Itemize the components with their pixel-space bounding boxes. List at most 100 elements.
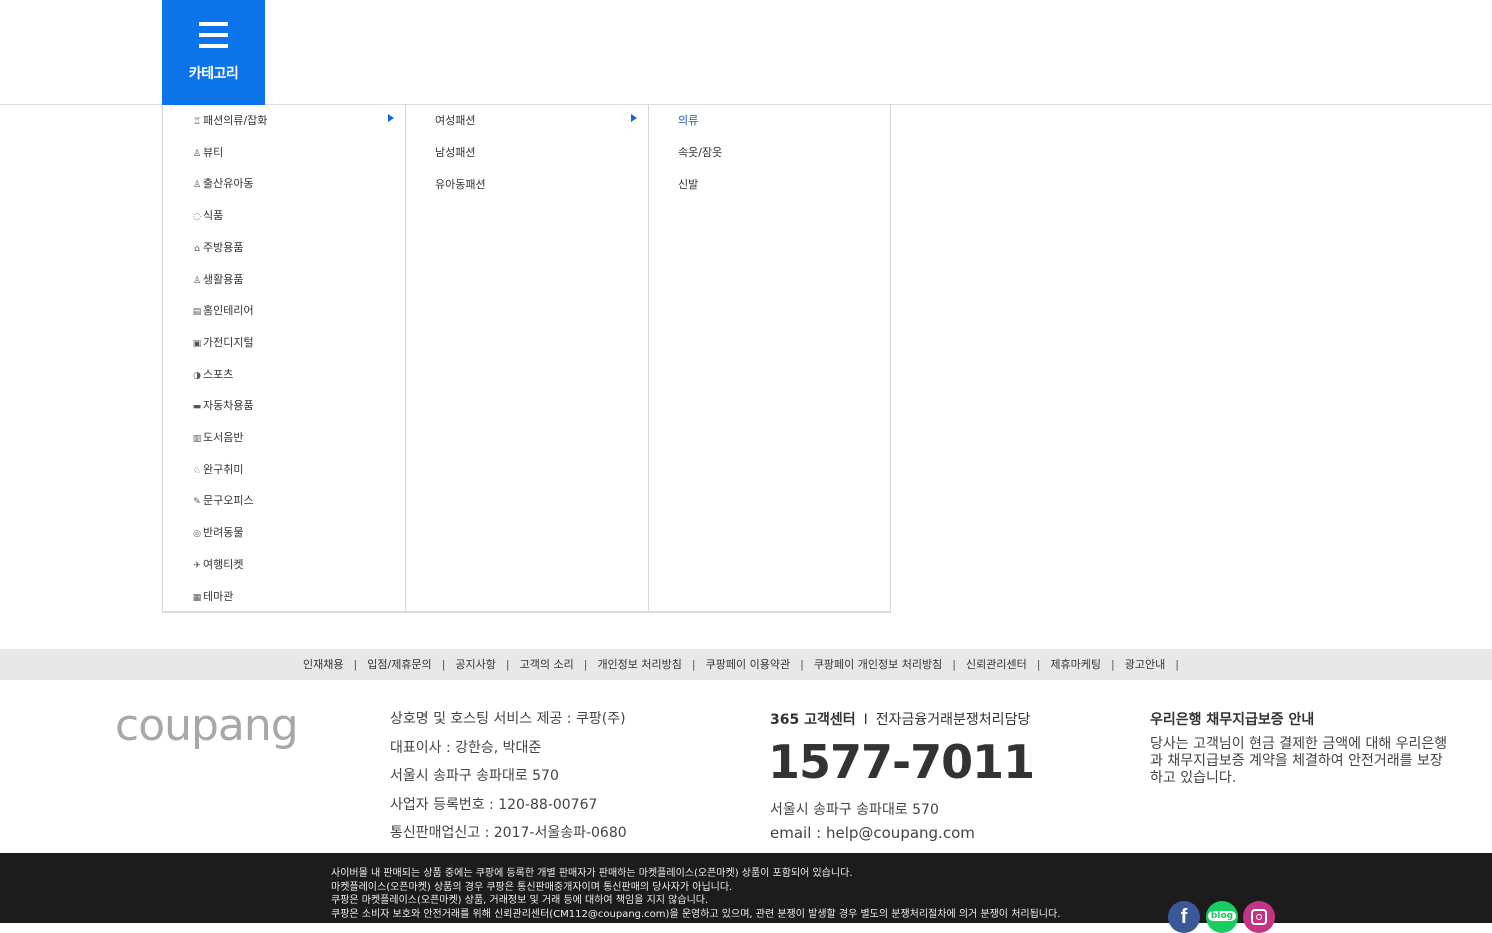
interior-icon: ▤ — [192, 307, 202, 318]
category-item[interactable]: ✎ 문구오피스 — [192, 492, 254, 508]
footer-link-separator: | — [505, 658, 510, 671]
footer-link[interactable]: 인재채용 — [303, 658, 343, 671]
footer-link-separator: | — [583, 658, 588, 671]
customer-center-subtitle: 전자금융거래분쟁처리담당 — [875, 712, 1031, 728]
theme-icon: ▦ — [192, 592, 202, 603]
sports-icon: ◑ — [193, 370, 201, 381]
divider: I — [863, 712, 868, 728]
subcategory-item[interactable]: 유아동패션 — [435, 176, 486, 192]
category-label: 카테고리 — [188, 66, 239, 82]
category-item[interactable]: ◑ 스포츠 — [192, 366, 233, 382]
leaf-category-item[interactable]: 신발 — [678, 176, 698, 192]
category-item[interactable]: ▣ 가전디지털 — [192, 334, 254, 350]
instagram-icon[interactable] — [1243, 901, 1275, 933]
category-item[interactable]: ✈ 여행티켓 — [192, 556, 243, 572]
category-item[interactable]: ▦ 테마관 — [192, 588, 234, 604]
customer-center-phone: 1577-7011 — [768, 735, 1035, 789]
category-item[interactable]: ♘ 완구취미 — [192, 461, 244, 477]
legal-notice: 사이버몰 내 판매되는 상품 중에는 쿠팡에 등록한 개별 판매자가 판매하는 … — [331, 867, 1060, 921]
category-menu-level1: ♖ 패션의류/잡화 ♙ 뷰티 ♙ 출산유아동 ◌ 식품 ⌂ 주방용품 ♙ 생활용품 ▤ 홈인테리어 ▣ 가전디… — [162, 105, 406, 613]
subcategory-item[interactable]: 남성패션 — [435, 144, 475, 160]
footer-link[interactable]: 쿠팡페이 이용약관 — [706, 658, 790, 671]
legal-line: 쿠팡은 마켓플레이스(오픈마켓) 상품, 거래정보 및 거래 등에 대하여 책임… — [331, 895, 709, 906]
category-menu-level3: 의류속옷/잠옷신발 — [648, 105, 891, 613]
category-item[interactable]: ▤ 홈인테리어 — [192, 302, 254, 318]
appliance-icon: ▣ — [192, 338, 202, 349]
pet-icon: ◎ — [193, 529, 201, 540]
footer-link[interactable]: 개인정보 처리방침 — [597, 658, 681, 671]
legal-line: 사이버몰 내 판매되는 상품 중에는 쿠팡에 등록한 개별 판매자가 판매하는 … — [331, 868, 853, 879]
footer-link-separator: | — [952, 658, 956, 671]
legal-footer: 사이버몰 내 판매되는 상품 중에는 쿠팡에 등록한 개별 판매자가 판매하는 … — [0, 853, 1492, 933]
category-item-label: 식품 — [203, 209, 224, 223]
food-icon: ◌ — [193, 212, 201, 223]
submenu-arrow-icon — [388, 114, 394, 122]
category-item[interactable]: ▬ 자동차용품 — [192, 397, 254, 413]
footer-link[interactable]: 고객의 소리 — [520, 658, 574, 671]
bank-guarantee-title: 우리은행 채무지급보증 안내 — [1150, 712, 1315, 728]
facebook-icon[interactable]: f — [1168, 901, 1200, 933]
category-item-label: 홈인테리어 — [203, 304, 254, 318]
category-item-label: 도서음반 — [203, 431, 244, 444]
footer-link-separator: | — [691, 658, 696, 671]
travel-icon: ✈ — [193, 560, 201, 571]
footer-link[interactable]: 쿠팡페이 개인정보 처리방침 — [814, 658, 942, 671]
legal-line: 쿠팡은 소비자 보호와 안전거래를 위해 신뢰관리센터(CM112@coupan… — [331, 908, 1061, 920]
top-bar: 카테고리 — [0, 0, 1492, 105]
footer-link-separator: | — [1111, 658, 1115, 671]
leaf-category-item-label: 신발 — [678, 178, 699, 191]
category-item[interactable]: ♙ 뷰티 — [192, 144, 223, 160]
leaf-category-item-label: 속옷/잠옷 — [678, 146, 723, 159]
footer-link[interactable]: 제휴마케팅 — [1050, 658, 1101, 671]
company-info: 상호명 및 호스팅 서비스 제공 : 쿠팡(주) 대표이사 : 강한승, 박대준… — [390, 708, 627, 851]
leaf-category-item[interactable]: 속옷/잠옷 — [678, 144, 722, 160]
category-item-label: 자동차용품 — [203, 399, 254, 413]
category-item[interactable]: ♙ 출산유아동 — [192, 175, 254, 191]
footer-link[interactable]: 광고안내 — [1125, 658, 1165, 671]
category-button[interactable]: 카테고리 — [162, 0, 265, 105]
category-item-label: 완구취미 — [203, 462, 244, 476]
coupang-logo[interactable]: coupang — [115, 700, 299, 751]
hamburger-icon — [199, 22, 228, 49]
category-item-label: 테마관 — [203, 589, 234, 603]
subcategory-item-label: 여성패션 — [435, 114, 476, 127]
category-menu-level2: 여성패션남성패션유아동패션 — [405, 105, 649, 613]
footer-link-separator: | — [1175, 658, 1179, 671]
bank-guarantee-desc: 당사는 고객님이 현금 결제한 금액에 대해 우리은행과 채무지급보증 계약을 … — [1150, 736, 1448, 786]
footer-link[interactable]: 공지사항 — [455, 658, 495, 671]
kitchen-icon: ⌂ — [194, 243, 200, 254]
category-item-label: 가전디지털 — [203, 335, 254, 349]
category-item[interactable]: ♙ 생활용품 — [192, 271, 244, 287]
category-item[interactable]: ♖ 패션의류/잡화 — [192, 112, 267, 128]
leaf-category-item[interactable]: 의류 — [678, 112, 698, 128]
leaf-category-item-label: 의류 — [678, 114, 699, 127]
company-info-line: 대표이사 : 강한승, 박대준 — [390, 739, 542, 756]
living-icon: ♙ — [192, 275, 202, 286]
footer-link-separator: | — [800, 658, 804, 671]
category-item[interactable]: ⌂ 주방용품 — [192, 239, 243, 255]
category-item[interactable]: ◎ 반려동물 — [192, 524, 243, 540]
footer-link-separator: | — [353, 658, 358, 671]
company-info-line: 상호명 및 호스팅 서비스 제공 : 쿠팡(주) — [390, 711, 626, 727]
customer-center-address: 서울시 송파구 송파대로 570 — [770, 802, 939, 818]
toy-icon: ♘ — [192, 465, 202, 476]
car-icon: ▬ — [192, 402, 202, 413]
beauty-icon: ♙ — [192, 148, 202, 159]
category-item[interactable]: ▥ 도서음반 — [192, 429, 244, 445]
category-item-label: 여행티켓 — [203, 557, 244, 571]
pen-icon: ✎ — [193, 497, 201, 508]
customer-center-heading: 365 고객센터 I 전자금융거래분쟁처리담당 — [770, 709, 1030, 729]
subcategory-item-label: 남성패션 — [435, 146, 476, 159]
blog-icon[interactable]: blog — [1206, 901, 1238, 933]
footer-link[interactable]: 입점/제휴문의 — [367, 658, 431, 671]
customer-center-title: 365 고객센터 — [770, 712, 856, 728]
category-item[interactable]: ◌ 식품 — [192, 207, 223, 223]
subcategory-item[interactable]: 여성패션 — [435, 112, 475, 128]
company-info-line: 서울시 송파구 송파대로 570 — [390, 768, 559, 784]
footer-link[interactable]: 신뢰관리센터 — [966, 658, 1027, 671]
company-info-line: 사업자 등록번호 : 120-88-00767 — [390, 796, 598, 813]
category-item-label: 문구오피스 — [203, 494, 254, 508]
customer-center-email[interactable]: email : help@coupang.com — [770, 824, 975, 842]
baby-icon: ♙ — [192, 180, 202, 191]
category-item-label: 반려동물 — [203, 526, 244, 540]
